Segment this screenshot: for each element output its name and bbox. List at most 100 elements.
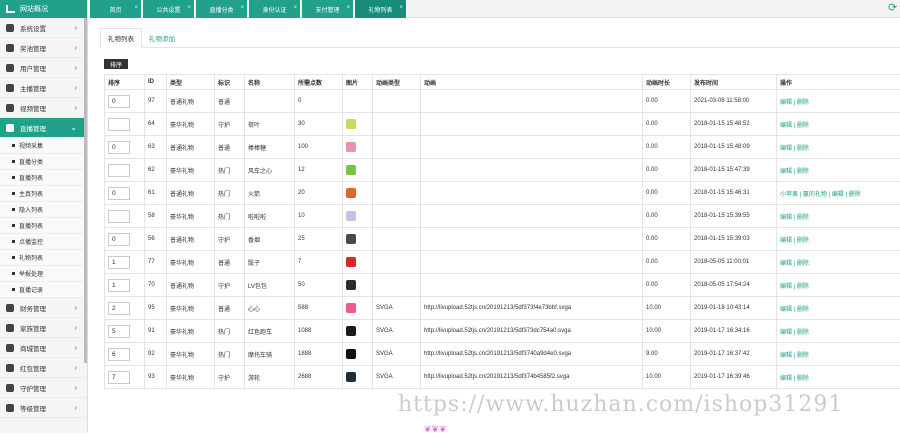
row-actions-link[interactable]: 小苹果 | 赢的礼物 | 编辑 | 删除 <box>780 192 861 198</box>
sidebar-subitem-4[interactable]: 隐入列表 <box>0 202 87 218</box>
row-actions-link[interactable]: 编辑 | 删除 <box>780 376 809 382</box>
tab-gift-add[interactable]: 礼物添加 <box>142 28 182 48</box>
sort-cell: 0 <box>105 182 145 205</box>
sidebar-item-3[interactable]: 主播管理› <box>0 78 87 98</box>
row-actions-link[interactable]: 编辑 | 删除 <box>780 146 809 152</box>
row-actions-link[interactable]: 编辑 | 删除 <box>780 330 809 336</box>
sidebar-subitem-3[interactable]: 主真列表 <box>0 186 87 202</box>
sidebar-bottom-item-0[interactable]: 财务管理› <box>0 298 87 318</box>
sort-input[interactable]: 5 <box>108 325 130 338</box>
cell-time: 2019-01-17 16:39:46 <box>691 366 777 389</box>
sidebar-bottom-item-5[interactable]: 等级管理› <box>0 398 87 418</box>
cell-name: 棒棒糖 <box>245 136 295 159</box>
close-icon[interactable]: × <box>293 5 297 11</box>
sort-cell: 5 <box>105 320 145 343</box>
sidebar-header[interactable]: 网站概况 <box>0 0 87 18</box>
cell-type: 普通礼物 <box>167 182 215 205</box>
sidebar-item-1[interactable]: 奖池管理› <box>0 38 87 58</box>
sidebar-subitem-9[interactable]: 直播记录 <box>0 282 87 298</box>
sidebar-item-0[interactable]: 系统设置› <box>0 18 87 38</box>
sort-input[interactable]: 7 <box>108 371 130 384</box>
menu-icon <box>6 124 14 132</box>
tab-3[interactable]: 身份认证× <box>249 0 301 18</box>
cell-id: 61 <box>145 182 167 205</box>
row-actions-link[interactable]: 编辑 | 删除 <box>780 261 809 267</box>
sidebar-subitem-6[interactable]: 点播监控 <box>0 234 87 250</box>
sort-button[interactable]: 排序 <box>104 59 128 69</box>
row-actions-link[interactable]: 编辑 | 删除 <box>780 215 809 221</box>
close-icon[interactable]: × <box>134 5 138 11</box>
tab-4[interactable]: 支付管理 × <box>302 0 354 18</box>
sort-input[interactable]: 0 <box>108 95 130 108</box>
row-actions-link[interactable]: 编辑 | 删除 <box>780 284 809 290</box>
cell-anim: http://livupload.52tjs.cn/20191213/5df37… <box>421 343 643 366</box>
cell-points: 7 <box>295 251 343 274</box>
cell-time: 2021-03-08 11:58:00 <box>691 90 777 113</box>
cell-duration: 0.00 <box>643 113 691 136</box>
row-actions-link[interactable]: 编辑 | 删除 <box>780 238 809 244</box>
cell-name: 骰子 <box>245 251 295 274</box>
sidebar-item-4[interactable]: 视频管理› <box>0 98 87 118</box>
cell-points: 10 <box>295 205 343 228</box>
cell-time: 2018-05-05 17:54:24 <box>691 274 777 297</box>
tab-0[interactable]: 首页× <box>90 0 142 18</box>
sidebar-item-label: 等级管理 <box>20 403 46 413</box>
tab-label: 支付管理 <box>315 5 339 14</box>
cell-points: 12 <box>295 159 343 182</box>
sidebar-item-2[interactable]: 用户管理› <box>0 58 87 78</box>
sort-input[interactable]: 0 <box>108 141 130 154</box>
close-icon[interactable]: × <box>187 5 191 11</box>
cell-id: 62 <box>145 159 167 182</box>
row-actions-link[interactable]: 编辑 | 删除 <box>780 169 809 175</box>
sort-cell: 0 <box>105 90 145 113</box>
sort-input[interactable]: 2 <box>108 302 130 315</box>
row-actions-link[interactable]: 编辑 | 删除 <box>780 353 809 359</box>
tab-5[interactable]: 礼物列表 × <box>355 0 407 18</box>
sort-input[interactable]: 6 <box>108 348 130 361</box>
column-header: 动画类型 <box>373 75 421 90</box>
sidebar-subitem-8[interactable]: 举报处理 <box>0 266 87 282</box>
close-icon[interactable]: × <box>399 5 403 11</box>
row-actions-link[interactable]: 编辑 | 删除 <box>780 123 809 129</box>
cell-points: 2688 <box>295 366 343 389</box>
row-actions-link[interactable]: 编辑 | 删除 <box>780 100 809 106</box>
cell-ops: 编辑 | 删除 <box>777 343 900 366</box>
cell-anim: http://livupload.52tjs.cn/20191213/5df37… <box>421 366 643 389</box>
cell-id: 93 <box>145 366 167 389</box>
row-actions-link[interactable]: 编辑 | 删除 <box>780 307 809 313</box>
refresh-icon[interactable]: ⟳ <box>888 3 898 14</box>
gift-image <box>346 165 356 175</box>
cell-mark: 热门 <box>215 320 245 343</box>
sort-input[interactable] <box>108 118 130 131</box>
sidebar-bottom-item-1[interactable]: 家族管理› <box>0 318 87 338</box>
cell-ops: 编辑 | 删除 <box>777 320 900 343</box>
sort-input[interactable] <box>108 164 130 177</box>
sidebar-subitem-0[interactable]: 视频采集 <box>0 138 87 154</box>
sort-input[interactable]: 1 <box>108 279 130 292</box>
tab-1[interactable]: 公共设置× <box>143 0 195 18</box>
sidebar-subitem-1[interactable]: 直播分类 <box>0 154 87 170</box>
tab-label: 礼物列表 <box>368 5 392 14</box>
tab-label: 直播分类 <box>209 5 233 14</box>
cell-anim-type <box>373 136 421 159</box>
close-icon[interactable]: × <box>240 5 244 11</box>
cell-points: 25 <box>295 228 343 251</box>
sort-input[interactable]: 1 <box>108 256 130 269</box>
cell-mark: 守护 <box>215 228 245 251</box>
sidebar-subitem-2[interactable]: 直播列表 <box>0 170 87 186</box>
sidebar-subitem-7[interactable]: 礼物列表 <box>0 250 87 266</box>
tab-gift-list[interactable]: 礼物列表 <box>100 28 142 48</box>
tab-2[interactable]: 直播分类 × <box>196 0 248 18</box>
sort-input[interactable]: 0 <box>108 187 130 200</box>
sidebar-bottom-item-4[interactable]: 守护管理› <box>0 378 87 398</box>
sidebar-subitem-5[interactable]: 直播列表 <box>0 218 87 234</box>
sidebar-scrollbar[interactable] <box>84 18 88 363</box>
sidebar-item-label: 系统设置 <box>20 23 46 33</box>
sidebar-bottom-item-2[interactable]: 商城管理› <box>0 338 87 358</box>
sort-cell: 1 <box>105 274 145 297</box>
sort-input[interactable]: 0 <box>108 233 130 246</box>
sidebar-item-5[interactable]: 直播管理⌄ <box>0 118 87 138</box>
sort-input[interactable] <box>108 210 130 223</box>
close-icon[interactable]: × <box>346 5 350 11</box>
sidebar-bottom-item-3[interactable]: 红包管理› <box>0 358 87 378</box>
